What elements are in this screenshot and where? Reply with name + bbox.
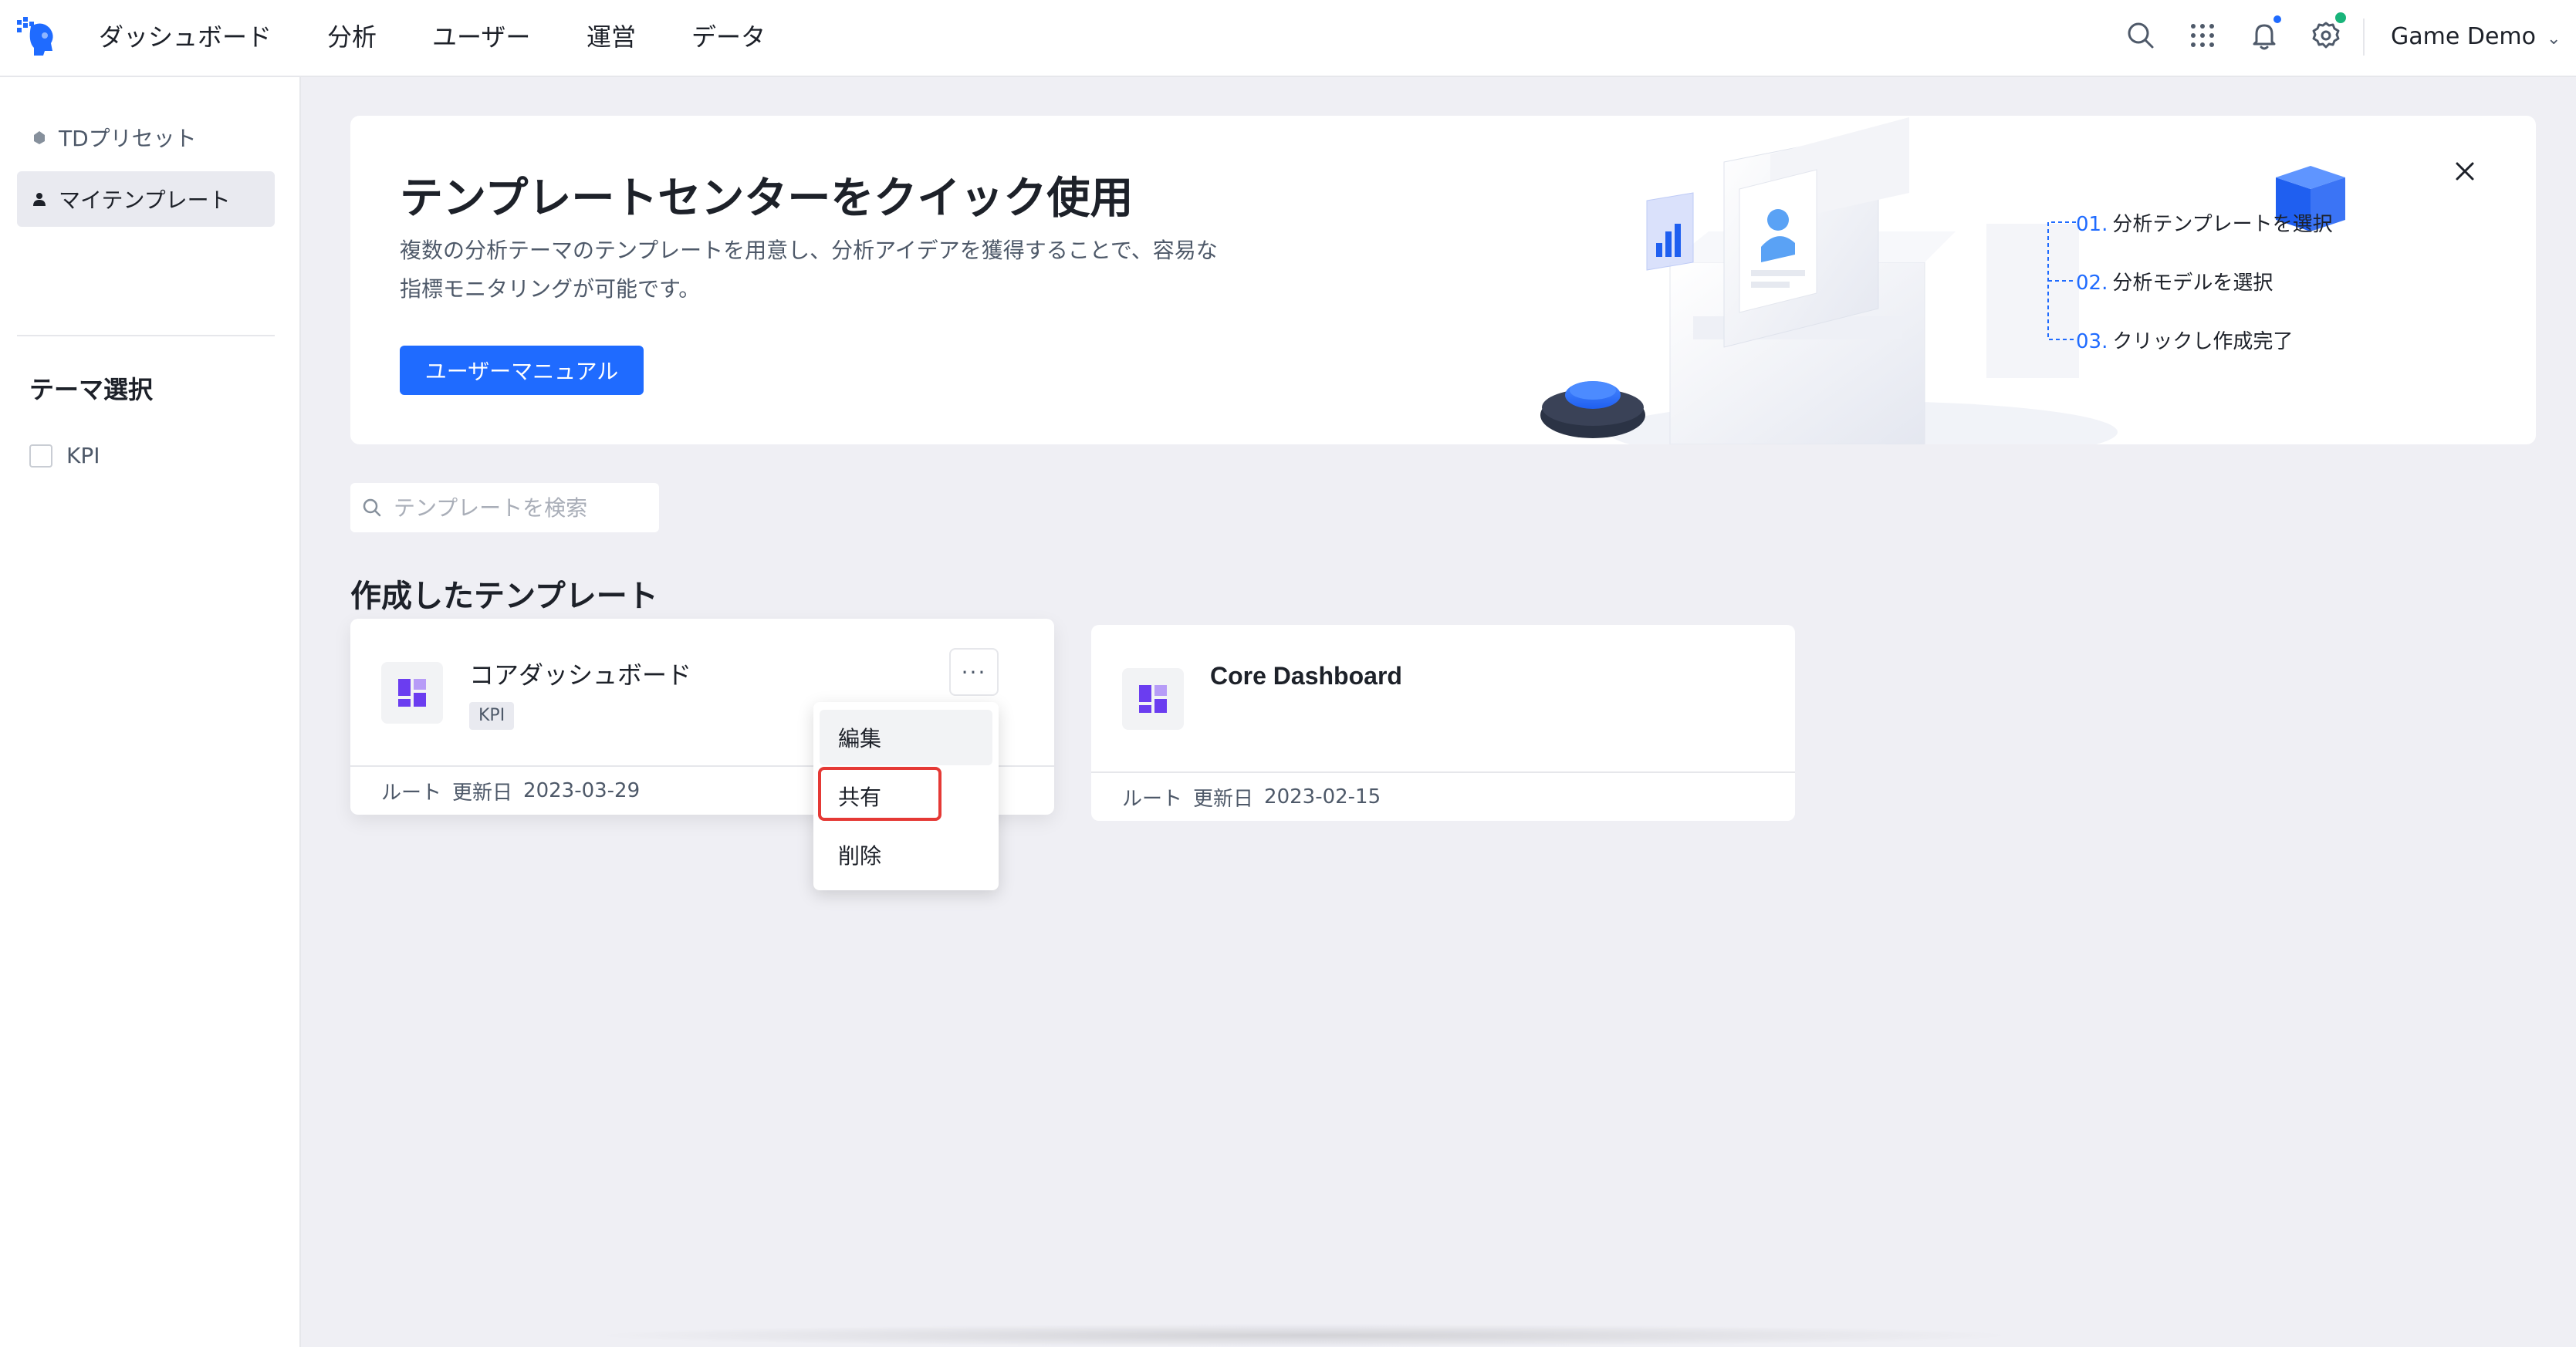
card-title: コアダッシュボード: [469, 660, 692, 690]
card-updated-label: 更新日: [1193, 787, 1254, 811]
search-input[interactable]: [394, 495, 641, 521]
menu-item-delete[interactable]: 削除: [820, 827, 992, 883]
user-name: Game Demo: [2391, 23, 2536, 50]
chevron-down-icon: ⌄: [2546, 29, 2561, 49]
step-text: 分析テンプレートを選択: [2112, 213, 2333, 236]
checkbox[interactable]: [29, 444, 52, 468]
banner-step: 02. 分析モデルを選択: [2076, 267, 2273, 295]
card-updated-label: 更新日: [452, 781, 513, 805]
card-actions-menu: 編集 共有 削除: [813, 702, 999, 890]
sidebar-divider: [17, 335, 275, 336]
sidebar-item-my-templates[interactable]: マイテンプレート: [17, 171, 275, 227]
theme-heading: テーマ選択: [29, 375, 154, 404]
steps-connector: [2047, 221, 2076, 340]
step-number: 03.: [2076, 330, 2108, 353]
nav-data[interactable]: データ: [691, 20, 766, 54]
section-title: 作成したテンプレート: [350, 579, 658, 614]
menu-item-share[interactable]: 共有: [820, 768, 992, 824]
nav-analysis[interactable]: 分析: [327, 20, 377, 54]
card-owner: ルート: [1122, 787, 1183, 811]
bottom-shadow: [587, 1324, 2022, 1347]
menu-item-edit[interactable]: 編集: [820, 710, 992, 765]
nav-users[interactable]: ユーザー: [432, 20, 530, 54]
nav-dashboard[interactable]: ダッシュボード: [99, 20, 272, 54]
card-title: Core Dashboard: [1210, 662, 1402, 690]
banner-description-line: 複数の分析テーマのテンプレートを用意し、分析アイデアを獲得することで、容易な: [400, 238, 1218, 263]
sidebar-item-td-preset[interactable]: TDプリセット: [17, 110, 275, 165]
user-manual-button[interactable]: ユーザーマニュアル: [400, 346, 644, 395]
template-card[interactable]: Core Dashboard ルート 更新日 2023-02-15: [1091, 625, 1795, 821]
top-navigation-bar: ダッシュボード 分析 ユーザー 運営 データ Game Demo ⌄: [0, 0, 2576, 77]
card-updated-date: 2023-03-29: [523, 779, 641, 802]
banner-steps: 01. 分析テンプレートを選択 02. 分析モデルを選択 03. クリックし作成完了: [2045, 207, 2369, 361]
card-updated-date: 2023-02-15: [1264, 785, 1381, 809]
step-text: 分析モデルを選択: [2112, 272, 2273, 295]
dashboard-icon: [1122, 668, 1184, 730]
apps-grid-icon[interactable]: [2186, 19, 2219, 52]
card-owner: ルート: [381, 781, 442, 805]
card-tag: KPI: [469, 702, 515, 730]
sidebar: TDプリセット マイテンプレート テーマ選択 KPI: [0, 77, 301, 1347]
template-search: [350, 483, 659, 532]
step-text: クリックし作成完了: [2112, 330, 2294, 353]
user-menu[interactable]: Game Demo ⌄: [2391, 20, 2561, 54]
notification-dot: [2272, 14, 2283, 25]
brand-logo-icon[interactable]: [15, 15, 59, 59]
sidebar-item-label: マイテンプレート: [59, 187, 231, 213]
step-number: 01.: [2076, 213, 2108, 236]
preset-icon: [34, 131, 45, 144]
search-icon[interactable]: [2124, 19, 2158, 52]
step-number: 02.: [2076, 272, 2108, 295]
close-icon[interactable]: [2449, 156, 2480, 187]
banner-step: 03. クリックし作成完了: [2076, 326, 2293, 354]
banner-step: 01. 分析テンプレートを選択: [2076, 208, 2333, 237]
banner-title: テンプレートセンターをクイック使用: [400, 174, 1134, 224]
topbar-divider: [2363, 19, 2365, 56]
template-center-banner: テンプレートセンターをクイック使用 複数の分析テーマのテンプレートを用意し、分析…: [350, 116, 2536, 444]
theme-option-kpi[interactable]: KPI: [29, 443, 100, 468]
banner-description: 複数の分析テーマのテンプレートを用意し、分析アイデアを獲得することで、容易な 指…: [400, 231, 1280, 309]
more-options-button[interactable]: ···: [949, 648, 999, 696]
search-icon: [363, 498, 381, 517]
person-icon: [33, 193, 46, 206]
nav-operations[interactable]: 運営: [587, 20, 636, 54]
sidebar-item-label: TDプリセット: [59, 126, 197, 151]
dashboard-icon: [381, 662, 443, 724]
settings-badge: [2334, 11, 2348, 25]
theme-option-label: KPI: [66, 443, 100, 468]
card-footer: ルート 更新日 2023-02-15: [1091, 771, 1795, 821]
banner-description-line: 指標モニタリングが可能です。: [400, 276, 701, 302]
